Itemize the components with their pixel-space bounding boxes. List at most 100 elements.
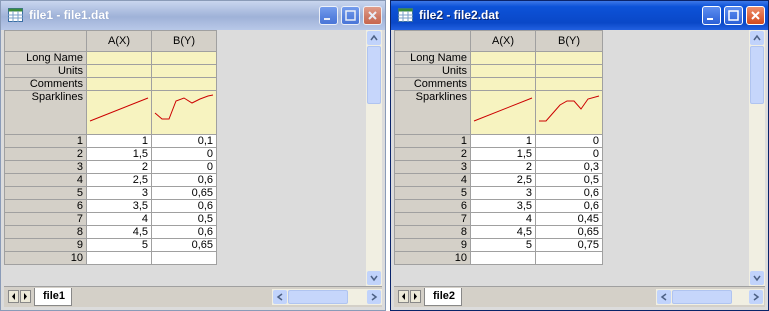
meta-cell[interactable]	[535, 51, 603, 65]
sparkline-cell-b[interactable]	[535, 90, 603, 135]
cell-b[interactable]: 0,45	[535, 212, 603, 226]
cell-b[interactable]: 0,1	[151, 134, 217, 148]
meta-cell[interactable]	[86, 64, 152, 78]
scroll-right-button[interactable]	[749, 290, 763, 304]
cell-a[interactable]: 4	[86, 212, 152, 226]
table-row[interactable]: 2 1,5 0	[4, 147, 217, 161]
row-number[interactable]: 7	[4, 212, 87, 226]
cell-a[interactable]: 2,5	[86, 173, 152, 187]
row-number[interactable]: 9	[4, 238, 87, 252]
sheet-prev-button[interactable]	[398, 290, 409, 303]
cell-a[interactable]: 2,5	[470, 173, 536, 187]
table-row[interactable]: 8 4,5 0,65	[394, 225, 603, 239]
cell-b[interactable]: 0,5	[151, 212, 217, 226]
cell-b[interactable]: 0,6	[535, 199, 603, 213]
cell-b[interactable]: 0,6	[151, 173, 217, 187]
sheet-prev-button[interactable]	[8, 290, 19, 303]
row-label-units[interactable]: Units	[394, 64, 471, 78]
scroll-left-button[interactable]	[657, 290, 671, 304]
sparkline-cell-a[interactable]	[470, 90, 536, 135]
cell-a[interactable]: 4	[470, 212, 536, 226]
cell-b[interactable]	[535, 251, 603, 265]
vertical-scrollbar[interactable]	[366, 30, 382, 286]
table-row[interactable]: 1 1 0,1	[4, 134, 217, 148]
cell-b[interactable]	[151, 251, 217, 265]
table-row[interactable]: 4 2,5 0,5	[394, 173, 603, 187]
table-row[interactable]: 10	[394, 251, 603, 265]
table-row[interactable]: 7 4 0,5	[4, 212, 217, 226]
table-row[interactable]: 4 2,5 0,6	[4, 173, 217, 187]
vertical-scrollbar[interactable]	[749, 30, 765, 286]
table-row[interactable]: 5 3 0,65	[4, 186, 217, 200]
worksheet-window-file2[interactable]: file2 - file2.dat A(X) B(Y) Long Name Un…	[390, 0, 769, 311]
minimize-button[interactable]	[319, 6, 338, 25]
cell-a[interactable]: 1,5	[470, 147, 536, 161]
scroll-up-button[interactable]	[750, 31, 764, 45]
column-header-b[interactable]: B(Y)	[535, 30, 603, 52]
row-number[interactable]: 1	[4, 134, 87, 148]
cell-b[interactable]: 0,6	[151, 199, 217, 213]
table-row[interactable]: 2 1,5 0	[394, 147, 603, 161]
row-label-comments[interactable]: Comments	[394, 77, 471, 91]
row-number[interactable]: 6	[394, 199, 471, 213]
worksheet-window-file1[interactable]: file1 - file1.dat A(X) B(Y) Long Name Un…	[0, 0, 386, 311]
row-number[interactable]: 6	[4, 199, 87, 213]
row-number[interactable]: 7	[394, 212, 471, 226]
column-header-a[interactable]: A(X)	[86, 30, 152, 52]
row-number[interactable]: 5	[394, 186, 471, 200]
sheet-tab-file2[interactable]: file2	[424, 288, 463, 306]
row-number[interactable]: 3	[4, 160, 87, 174]
cell-a[interactable]: 5	[86, 238, 152, 252]
vertical-scroll-thumb[interactable]	[750, 46, 764, 104]
cell-a[interactable]	[470, 251, 536, 265]
cell-b[interactable]: 0,5	[535, 173, 603, 187]
sparkline-cell-b[interactable]	[151, 90, 217, 135]
cell-b[interactable]: 0	[535, 147, 603, 161]
cell-b[interactable]: 0,65	[535, 225, 603, 239]
maximize-button[interactable]	[341, 6, 360, 25]
row-label-units[interactable]: Units	[4, 64, 87, 78]
cell-b[interactable]: 0,65	[151, 186, 217, 200]
row-number[interactable]: 2	[4, 147, 87, 161]
meta-cell[interactable]	[151, 51, 217, 65]
worksheet-grid[interactable]: A(X) B(Y) Long Name Units Comments Spark…	[394, 30, 765, 286]
row-number[interactable]: 3	[394, 160, 471, 174]
minimize-button[interactable]	[702, 6, 721, 25]
meta-cell[interactable]	[86, 51, 152, 65]
row-label-long-name[interactable]: Long Name	[4, 51, 87, 65]
sheet-next-button[interactable]	[20, 290, 31, 303]
worksheet-grid[interactable]: A(X) B(Y) Long Name Units Comments Spark…	[4, 30, 382, 286]
meta-cell[interactable]	[151, 64, 217, 78]
cell-b[interactable]: 0,6	[151, 225, 217, 239]
cell-b[interactable]: 0,6	[535, 186, 603, 200]
meta-cell[interactable]	[535, 64, 603, 78]
table-row[interactable]: 3 2 0,3	[394, 160, 603, 174]
table-row[interactable]: 320	[4, 160, 217, 174]
row-number[interactable]: 10	[4, 251, 87, 265]
scroll-down-button[interactable]	[367, 271, 381, 285]
table-row[interactable]: 110	[394, 134, 603, 148]
table-row[interactable]: 6 3,5 0,6	[4, 199, 217, 213]
scroll-left-button[interactable]	[273, 290, 287, 304]
title-bar[interactable]: file2 - file2.dat	[391, 1, 768, 30]
sheet-tab-file1[interactable]: file1	[34, 288, 73, 306]
horizontal-scrollbar[interactable]	[656, 289, 764, 305]
row-number[interactable]: 2	[394, 147, 471, 161]
cell-b[interactable]: 0	[151, 147, 217, 161]
corner-cell[interactable]	[4, 30, 87, 52]
row-number[interactable]: 1	[394, 134, 471, 148]
meta-cell[interactable]	[470, 51, 536, 65]
cell-a[interactable]: 2	[470, 160, 536, 174]
cell-a[interactable]: 1	[86, 134, 152, 148]
meta-cell[interactable]	[86, 77, 152, 91]
column-header-a[interactable]: A(X)	[470, 30, 536, 52]
sheet-next-button[interactable]	[410, 290, 421, 303]
table-row[interactable]: 10	[4, 251, 217, 265]
maximize-button[interactable]	[724, 6, 743, 25]
cell-a[interactable]: 2	[86, 160, 152, 174]
row-number[interactable]: 4	[4, 173, 87, 187]
cell-a[interactable]: 1,5	[86, 147, 152, 161]
table-row[interactable]: 7 4 0,45	[394, 212, 603, 226]
cell-a[interactable]: 5	[470, 238, 536, 252]
meta-cell[interactable]	[470, 77, 536, 91]
